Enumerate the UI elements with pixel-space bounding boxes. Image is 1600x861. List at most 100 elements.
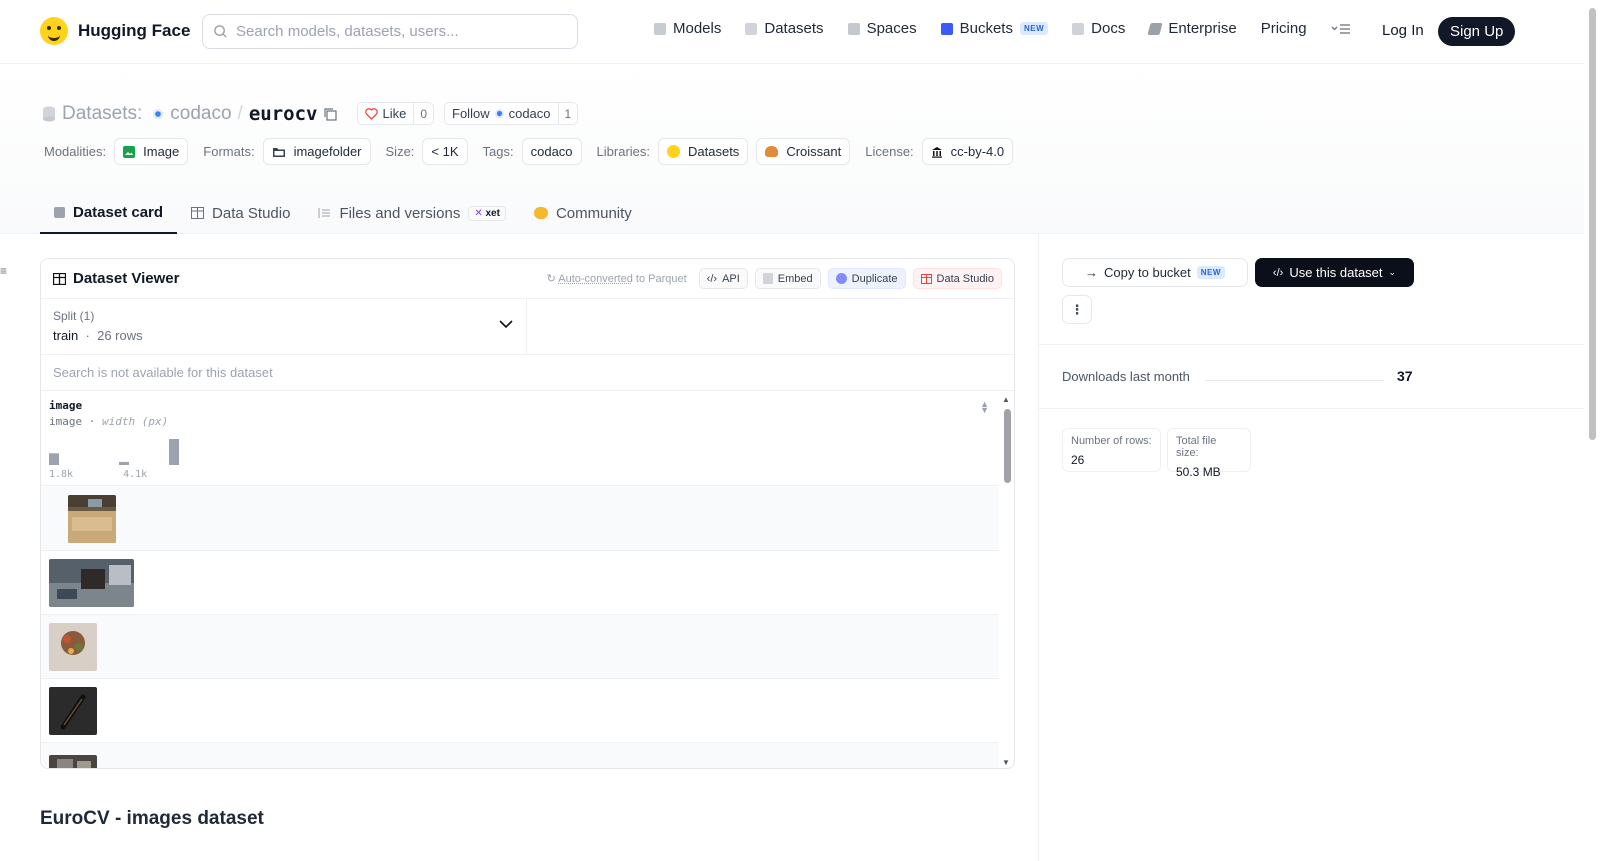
histogram-bar[interactable] (49, 453, 59, 465)
modality-tag[interactable]: Image (114, 138, 189, 165)
tag-chip[interactable]: codaco (521, 138, 582, 165)
table-row[interactable] (41, 551, 999, 615)
tab-files-and-versions[interactable]: Files and versions ✕ xet (304, 192, 520, 234)
split-selector[interactable]: Split (1) train · 26 rows (41, 299, 527, 354)
nav-spaces-label: Spaces (866, 20, 917, 37)
viewer-title: Dataset Viewer (53, 270, 179, 287)
scrollbar-thumb[interactable] (1004, 409, 1011, 483)
repo-owner-link[interactable]: codaco (170, 103, 231, 125)
hugging-face-icon (667, 145, 680, 158)
image-thumbnail[interactable] (49, 686, 97, 735)
api-label: API (722, 272, 740, 285)
scroll-down-icon[interactable]: ▼ (1002, 758, 1010, 767)
heart-icon (365, 107, 379, 120)
library-datasets-tag[interactable]: Datasets (658, 138, 749, 165)
nav-models[interactable]: Models (654, 20, 721, 37)
data-studio-label: Data Studio (936, 272, 994, 285)
table-row[interactable] (41, 487, 999, 551)
follow-button[interactable]: Follow codaco 1 (444, 102, 579, 125)
image-thumbnail[interactable] (49, 558, 134, 607)
hugging-face-logo-icon (40, 17, 68, 45)
size-tag[interactable]: < 1K (422, 138, 468, 165)
repo-type-label: Datasets: (62, 102, 143, 124)
tab-files-label: Files and versions (339, 204, 461, 222)
signup-button[interactable]: Sign Up (1438, 17, 1516, 46)
viewer-rows (41, 487, 999, 770)
login-link[interactable]: Log In (1382, 22, 1424, 39)
database-icon (43, 106, 55, 121)
nav-buckets[interactable]: Buckets NEW (940, 20, 1049, 37)
viewer-header: Dataset Viewer ↻ Auto-converted to Parqu… (41, 259, 1014, 299)
auto-converted-link[interactable]: Auto-converted (558, 273, 633, 285)
table-row[interactable] (41, 679, 999, 743)
library-croissant-tag[interactable]: Croissant (756, 138, 851, 165)
histogram-bar[interactable] (169, 439, 179, 465)
size-label: Size: (385, 144, 415, 159)
license-tag[interactable]: cc-by-4.0 (921, 138, 1014, 165)
copy-icon[interactable] (323, 107, 338, 121)
downloads-value: 37 (1397, 368, 1413, 384)
split-name: train (53, 328, 79, 343)
repo-name[interactable]: eurocv (249, 103, 318, 125)
embed-button[interactable]: Embed (754, 268, 821, 289)
use-this-dataset-label: Use this dataset (1289, 265, 1383, 280)
tab-dataset-card[interactable]: Dataset card (40, 192, 178, 234)
table-row[interactable] (41, 743, 999, 770)
menu-icon (1331, 23, 1350, 34)
width-histogram (49, 439, 179, 465)
image-thumbnail[interactable] (68, 494, 116, 543)
brand-link[interactable]: Hugging Face (40, 17, 190, 45)
nav-docs[interactable]: Docs (1072, 20, 1125, 37)
nav-more-menu[interactable] (1331, 23, 1351, 35)
like-button[interactable]: Like 0 (357, 102, 435, 125)
split-label: Split (1) (53, 309, 95, 323)
page-scrollbar[interactable] (1584, 0, 1600, 861)
viewer-scrollbar[interactable]: ▲ ▼ (1002, 395, 1012, 767)
copy-to-bucket-button[interactable]: → Copy to bucket NEW (1062, 258, 1248, 287)
cube-icon (654, 22, 666, 35)
split-value: train · 26 rows (53, 328, 514, 343)
license-value: cc-by-4.0 (950, 144, 1005, 159)
library-croissant-label: Croissant (786, 144, 842, 159)
histogram-min: 1.8k (49, 469, 74, 480)
split-rows: 26 rows (97, 328, 143, 343)
nav-buckets-label: Buckets (959, 20, 1013, 37)
nav-spaces[interactable]: Spaces (847, 20, 917, 37)
nav-enterprise[interactable]: Enterprise (1147, 20, 1237, 37)
page-scrollbar-thumb[interactable] (1589, 8, 1596, 440)
data-studio-button[interactable]: Data Studio (912, 268, 1002, 289)
new-badge: NEW (1019, 22, 1049, 35)
image-thumbnail[interactable] (49, 754, 97, 770)
repo-title: Datasets: codaco / eurocv Like 0 Follow … (42, 102, 579, 125)
nav-pricing-label: Pricing (1260, 20, 1307, 37)
histogram-max: 4.1k (123, 469, 148, 480)
formats-label: Formats: (203, 144, 255, 159)
column-stat-label: width (px) (102, 415, 169, 428)
table-icon (920, 273, 932, 284)
global-search[interactable] (202, 14, 578, 49)
table-row[interactable] (41, 615, 999, 679)
histogram-bar[interactable] (119, 461, 129, 465)
brand-name: Hugging Face (78, 21, 191, 40)
api-button[interactable]: ‹/› API (698, 268, 748, 289)
column-header-image[interactable]: image image · width (px) 1.8k 4.1k ▲ ▼ (41, 391, 999, 486)
chevron-down-icon: ⌄ (1388, 267, 1397, 277)
enterprise-icon (1147, 22, 1163, 35)
follow-count: 1 (557, 103, 578, 124)
scroll-up-icon[interactable]: ▲ (1002, 395, 1010, 404)
nav-datasets[interactable]: Datasets (745, 20, 824, 37)
grid-icon (847, 22, 860, 35)
format-tag[interactable]: imagefolder (262, 138, 371, 165)
sidebar-toggle-icon[interactable]: ≡ (0, 264, 7, 278)
nav-pricing[interactable]: Pricing (1261, 20, 1307, 37)
search-input[interactable] (236, 23, 556, 40)
image-thumbnail[interactable] (49, 622, 97, 671)
more-options-button[interactable]: ⋮ (1062, 295, 1092, 324)
embed-label: Embed (777, 272, 813, 285)
use-this-dataset-button[interactable]: ‹/› Use this dataset ⌄ (1255, 258, 1414, 287)
duplicate-button[interactable]: Duplicate (827, 268, 906, 289)
tab-community[interactable]: Community (520, 192, 646, 234)
sort-icon[interactable]: ▲ ▼ (980, 400, 989, 415)
tab-data-studio[interactable]: Data Studio (177, 192, 304, 234)
follow-owner: codaco (508, 106, 551, 121)
